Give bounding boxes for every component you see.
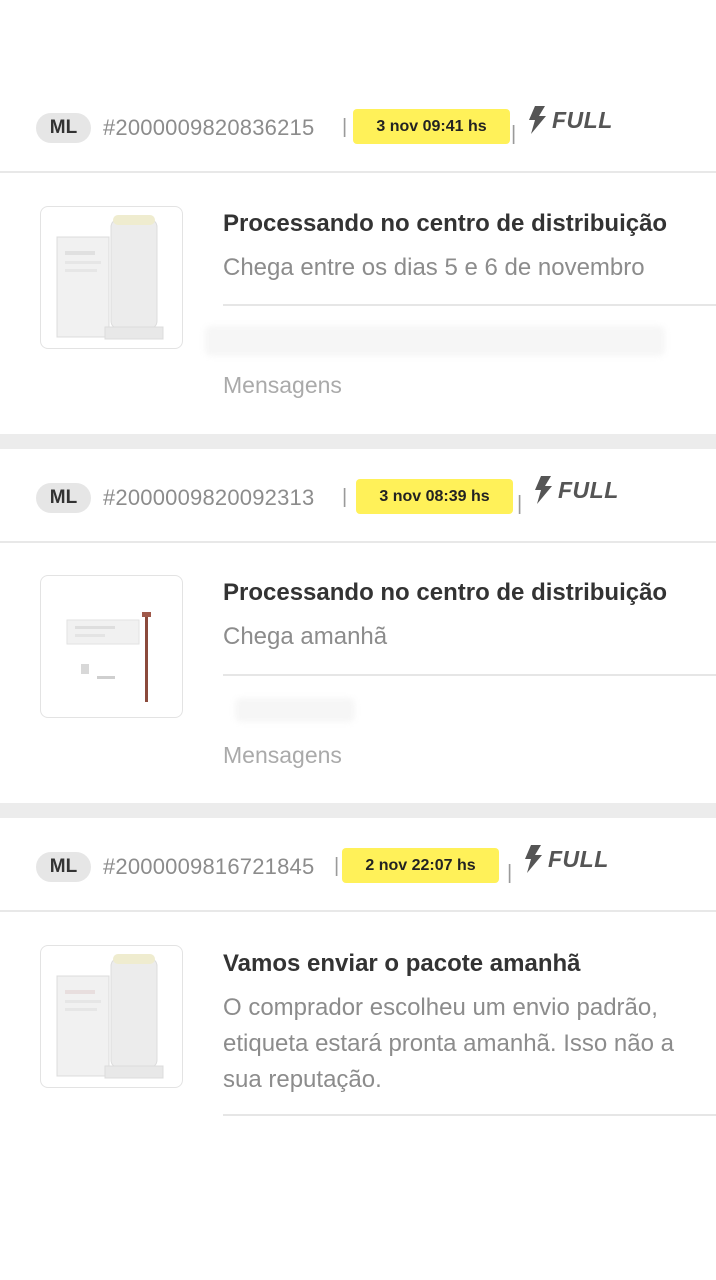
order-date-badge: 3 nov 09:41 hs bbox=[353, 109, 510, 144]
order-date-badge: 2 nov 22:07 hs bbox=[342, 848, 499, 883]
messages-link[interactable]: Mensagens bbox=[223, 742, 342, 769]
blurred-content bbox=[205, 326, 665, 356]
order-date-badge: 3 nov 08:39 hs bbox=[356, 479, 513, 514]
status-title[interactable]: Processando no centro de distribuição bbox=[223, 210, 667, 238]
separator: | bbox=[342, 486, 348, 508]
section-gap bbox=[0, 803, 716, 818]
status-detail: Chega amanhã bbox=[223, 623, 388, 650]
order-number[interactable]: #2000009820836215 bbox=[103, 115, 314, 141]
lightning-bolt-icon bbox=[525, 845, 542, 873]
section-gap bbox=[0, 434, 716, 449]
separator: | bbox=[511, 123, 517, 145]
fulfillment-label: FULL bbox=[548, 845, 609, 872]
product-image bbox=[56, 954, 164, 1079]
fulfillment-full-badge: FULL bbox=[526, 105, 613, 135]
separator: | bbox=[334, 855, 340, 877]
status-title[interactable]: Vamos enviar o pacote amanhã bbox=[223, 950, 580, 978]
fulfillment-full-badge: FULL bbox=[532, 475, 619, 505]
separator: | bbox=[517, 493, 523, 515]
status-detail: Chega entre os dias 5 e 6 de novembro bbox=[223, 254, 645, 281]
separator: | bbox=[342, 116, 348, 138]
status-detail-line: O comprador escolheu um envio padrão, bbox=[223, 994, 658, 1021]
marketplace-badge: ML bbox=[36, 113, 91, 143]
fulfillment-label: FULL bbox=[558, 476, 619, 503]
product-thumbnail[interactable] bbox=[40, 575, 183, 718]
marketplace-badge: ML bbox=[36, 483, 91, 513]
product-thumbnail[interactable] bbox=[40, 206, 183, 349]
blurred-content bbox=[235, 698, 355, 722]
separator: | bbox=[507, 862, 513, 884]
content-divider bbox=[223, 674, 716, 676]
product-image bbox=[66, 612, 151, 702]
product-thumbnail[interactable] bbox=[40, 945, 183, 1088]
order-header: ML #2000009816721845 | 2 nov 22:07 hs | … bbox=[0, 845, 716, 912]
marketplace-badge: ML bbox=[36, 852, 91, 882]
messages-link[interactable]: Mensagens bbox=[223, 372, 342, 399]
content-divider bbox=[223, 304, 716, 306]
content-divider bbox=[223, 1114, 716, 1116]
header-divider bbox=[0, 541, 716, 543]
header-divider bbox=[0, 910, 716, 912]
order-number[interactable]: #2000009816721845 bbox=[103, 854, 314, 880]
lightning-bolt-icon bbox=[529, 106, 546, 134]
order-number[interactable]: #2000009820092313 bbox=[103, 485, 314, 511]
header-divider bbox=[0, 171, 716, 173]
product-image bbox=[56, 215, 164, 340]
status-detail-line: etiqueta estará pronta amanhã. Isso não … bbox=[223, 1030, 674, 1057]
order-header: ML #2000009820836215 | 3 nov 09:41 hs | … bbox=[0, 106, 716, 173]
fulfillment-full-badge: FULL bbox=[522, 844, 609, 874]
order-header: ML #2000009820092313 | 3 nov 08:39 hs | … bbox=[0, 476, 716, 543]
lightning-bolt-icon bbox=[535, 476, 552, 504]
status-title[interactable]: Processando no centro de distribuição bbox=[223, 579, 667, 607]
fulfillment-label: FULL bbox=[552, 106, 613, 133]
status-detail-line: sua reputação. bbox=[223, 1066, 382, 1093]
